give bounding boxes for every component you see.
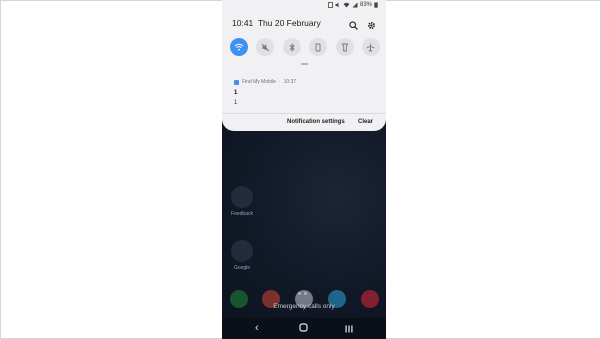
app-feedback[interactable]: Feedback [230, 186, 254, 217]
app-google[interactable]: Google [230, 240, 254, 271]
mute-icon [335, 2, 339, 8]
feedback-app-icon [231, 186, 253, 208]
status-bar: 83% [328, 2, 378, 8]
bluetooth-icon [289, 42, 295, 52]
flashlight-icon [341, 43, 348, 51]
app-label: Feedback [231, 211, 253, 217]
divider [222, 113, 386, 114]
notification-app-name: Find My Mobile [242, 79, 276, 85]
find-my-mobile-icon [234, 79, 239, 85]
quick-toggles [230, 38, 380, 56]
wifi-icon [343, 2, 350, 8]
toggle-wifi[interactable] [230, 38, 248, 56]
recent-apps-icon[interactable] [345, 323, 353, 337]
search-icon[interactable] [349, 17, 358, 35]
clock-time: 10:41 [232, 18, 254, 28]
toggle-bluetooth[interactable] [282, 38, 301, 56]
home-button-icon[interactable] [299, 322, 308, 336]
phone-screen: Feedback Google Emergency calls only ‹ 8… [222, 0, 386, 339]
notification-header: Find My Mobile · 10:37 [234, 79, 296, 85]
navigation-bar: ‹ [222, 318, 386, 339]
notification-card[interactable]: Find My Mobile · 10:37 1 1 [224, 70, 384, 114]
separator: · [278, 79, 281, 85]
sim-icon [328, 2, 333, 8]
app-label: Google [233, 265, 251, 271]
notification-time: 10:37 [283, 79, 297, 85]
notification-settings-button[interactable]: Notification settings [287, 119, 345, 125]
toggle-sound[interactable] [256, 38, 275, 56]
toggle-flashlight[interactable] [335, 38, 354, 56]
notification-actions: Notification settings Clear [222, 119, 386, 129]
gear-icon[interactable] [367, 17, 376, 35]
mute-icon [261, 43, 270, 51]
date-text: Thu 20 February [257, 18, 321, 28]
toggle-airplane[interactable] [361, 38, 380, 56]
notification-text: 1 [234, 100, 238, 106]
portrait-icon [315, 43, 321, 51]
battery-icon [374, 2, 378, 8]
google-drive-app-icon [231, 240, 253, 262]
wifi-icon [234, 43, 244, 51]
quick-panel: 83% 10:41 Thu 20 February Find My Mobile… [222, 0, 386, 131]
signal-icon [352, 2, 358, 8]
clear-button[interactable]: Clear [358, 119, 373, 125]
emergency-calls-text: Emergency calls only [273, 303, 335, 310]
airplane-icon [367, 43, 375, 52]
notification-title: 1 [234, 90, 238, 96]
panel-drag-handle[interactable] [301, 63, 308, 65]
datetime: 10:41 Thu 20 February [232, 18, 321, 28]
toggle-rotation[interactable] [309, 38, 328, 56]
battery-percent: 83% [359, 2, 372, 8]
back-icon[interactable]: ‹ [255, 321, 259, 335]
